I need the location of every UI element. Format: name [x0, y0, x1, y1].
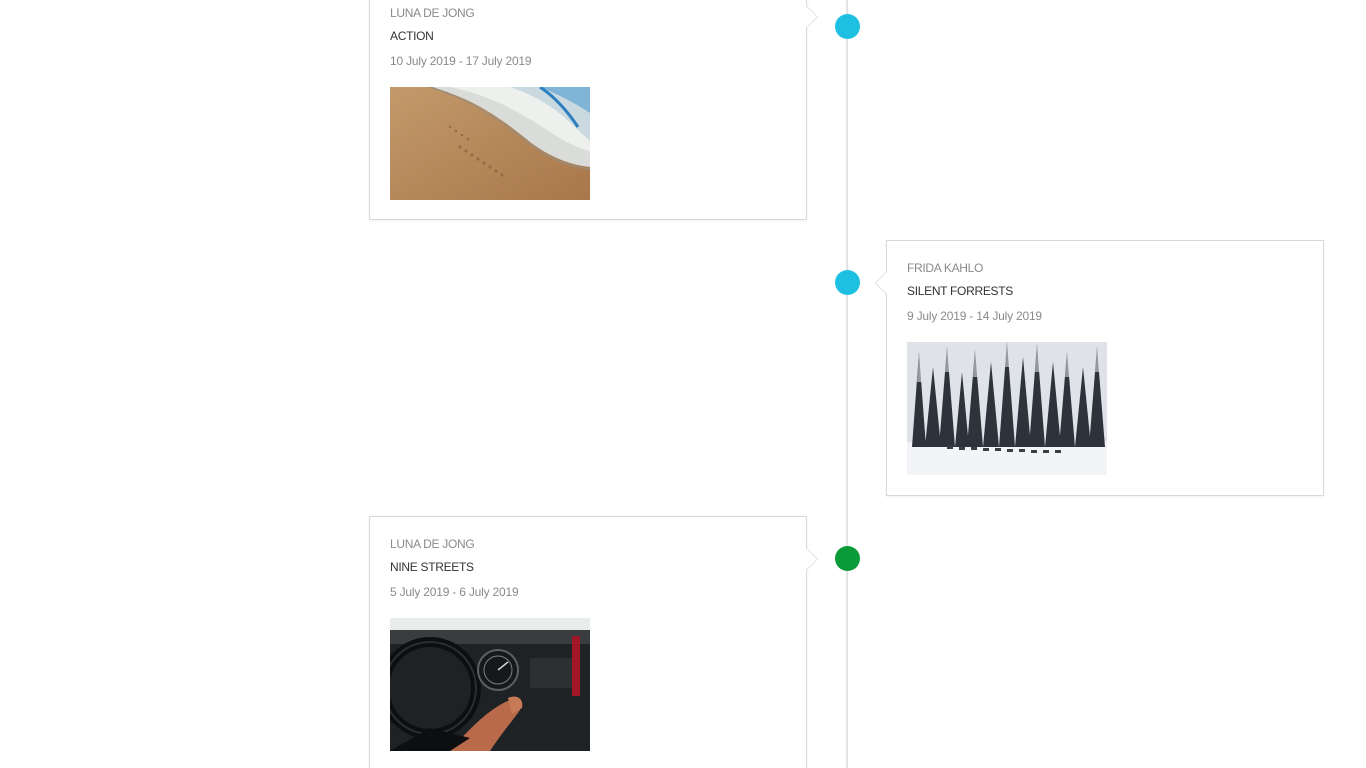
exhibition-title[interactable]: NINE STREETS [390, 560, 786, 574]
beach-waves-photo[interactable] [390, 87, 590, 200]
car-dashboard-photo[interactable] [390, 618, 590, 751]
exhibition-dates: 10 July 2019 - 17 July 2019 [390, 54, 532, 68]
timeline-card[interactable]: LUNA DE JONG ACTION 10 July 2019 - 17 Ju… [369, 0, 818, 220]
exhibition-title[interactable]: ACTION [390, 29, 786, 43]
artist-name: FRIDA KAHLO [907, 261, 984, 275]
exhibition-dates: 9 July 2019 - 14 July 2019 [907, 309, 1042, 323]
timeline-line [846, 0, 848, 768]
exhibition-title[interactable]: SILENT FORRESTS [907, 284, 1303, 298]
artist-name: LUNA DE JONG [390, 537, 475, 551]
timeline-card[interactable]: LUNA DE JONG NINE STREETS 5 July 2019 - … [369, 516, 818, 768]
exhibition-timeline: LUNA DE JONG ACTION 10 July 2019 - 17 Ju… [0, 0, 1366, 768]
artist-name: LUNA DE JONG [390, 6, 475, 20]
timeline-dot[interactable] [835, 270, 860, 295]
timeline-dot[interactable] [835, 546, 860, 571]
snowy-forest-photo[interactable] [907, 342, 1107, 475]
timeline-dot[interactable] [835, 14, 860, 39]
timeline-card[interactable]: FRIDA KAHLO SILENT FORRESTS 9 July 2019 … [875, 240, 1324, 496]
exhibition-dates: 5 July 2019 - 6 July 2019 [390, 585, 519, 599]
